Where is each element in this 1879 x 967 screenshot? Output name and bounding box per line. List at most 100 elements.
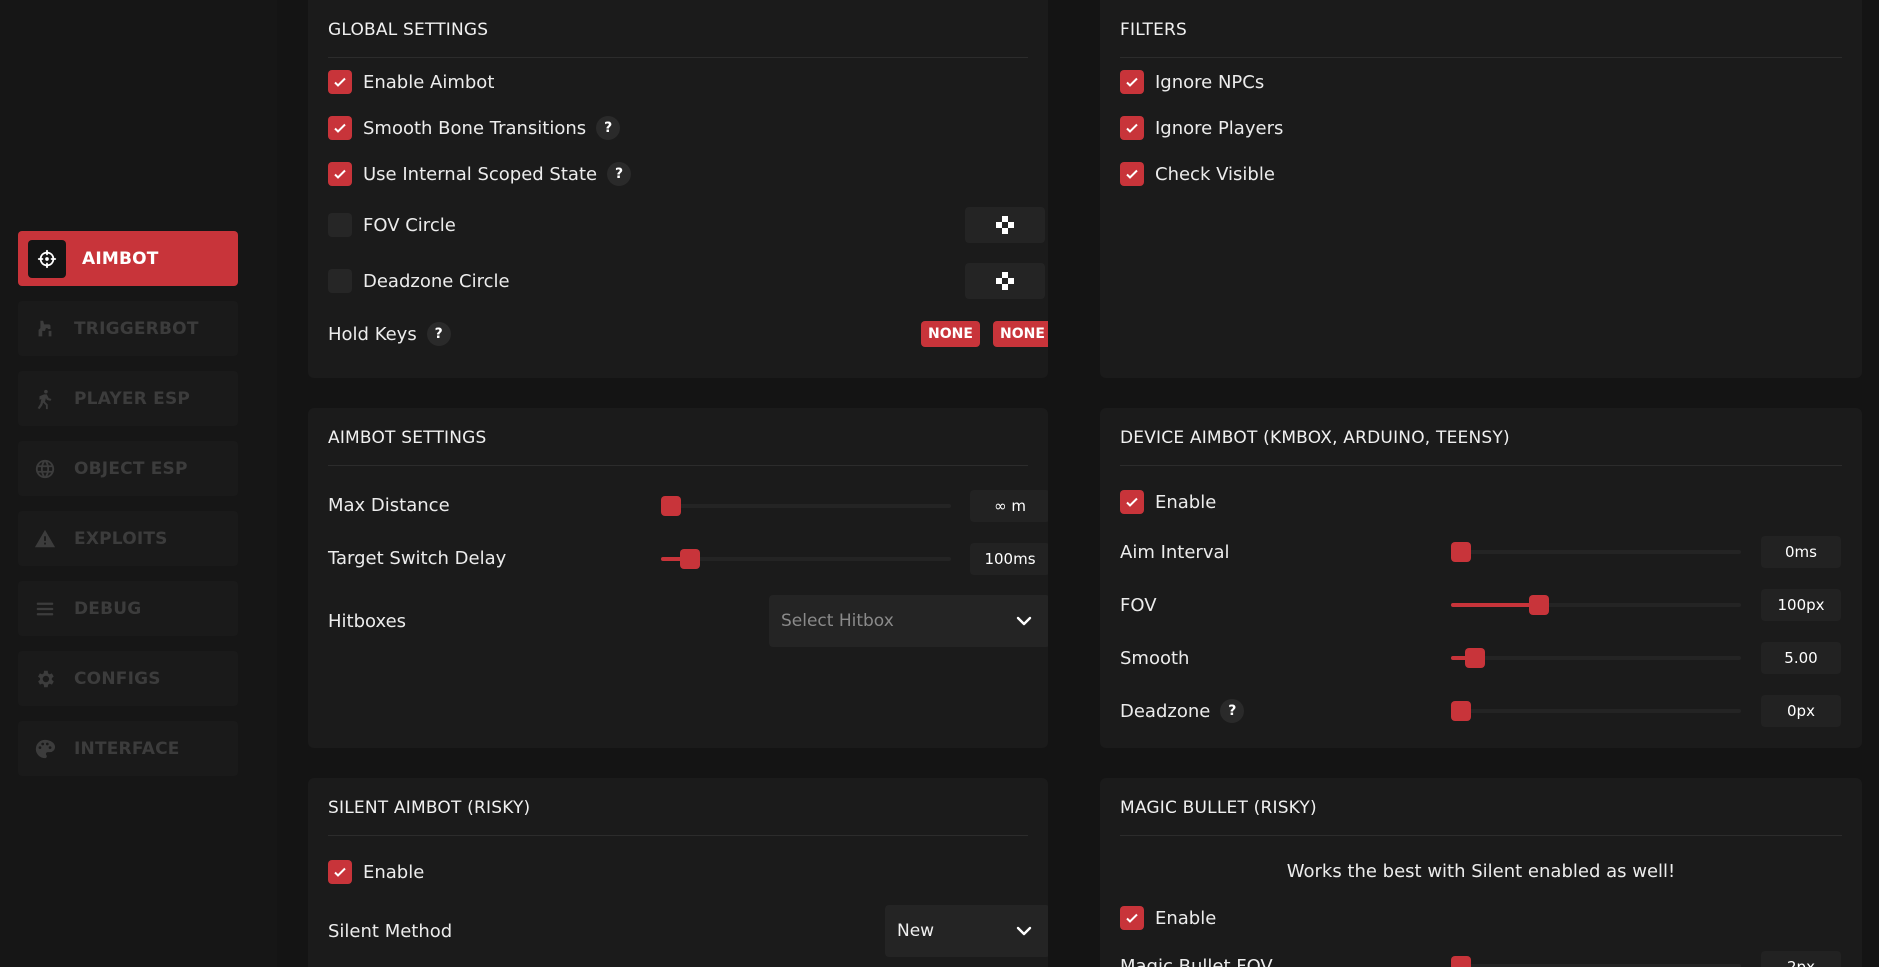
walking-person-icon bbox=[32, 386, 58, 412]
deadzone-label: Deadzone bbox=[1120, 700, 1211, 722]
device-enable-checkbox[interactable] bbox=[1120, 490, 1144, 514]
check-icon bbox=[1126, 497, 1138, 507]
fov-circle-color-button[interactable] bbox=[965, 207, 1045, 243]
max-distance-value[interactable]: ∞ m bbox=[970, 490, 1048, 522]
enable-aimbot-checkbox[interactable] bbox=[328, 70, 352, 94]
sidebar-item-label: DEBUG bbox=[74, 598, 142, 619]
fov-circle-checkbox[interactable] bbox=[328, 213, 352, 237]
panel-title: FILTERS bbox=[1120, 20, 1188, 40]
slider-thumb[interactable] bbox=[679, 549, 700, 569]
deadzone-slider[interactable] bbox=[1451, 701, 1741, 721]
magic-enable-checkbox[interactable] bbox=[1120, 906, 1144, 930]
target-switch-value[interactable]: 100ms bbox=[970, 543, 1048, 575]
warning-icon bbox=[32, 526, 58, 552]
filters-panel: FILTERS Ignore NPCs Ignore Players Check… bbox=[1100, 0, 1862, 378]
ignore-players-checkbox[interactable] bbox=[1120, 116, 1144, 140]
slider-thumb[interactable] bbox=[1464, 648, 1485, 668]
hitboxes-label: Hitboxes bbox=[328, 610, 407, 632]
divider bbox=[328, 465, 1028, 466]
silent-method-label: Silent Method bbox=[328, 920, 453, 942]
silent-enable-checkbox[interactable] bbox=[328, 860, 352, 884]
divider bbox=[328, 835, 1028, 836]
help-icon[interactable]: ? bbox=[607, 162, 632, 186]
sidebar-item-label: TRIGGERBOT bbox=[74, 318, 199, 339]
sidebar-item-configs[interactable]: CONFIGS bbox=[18, 651, 238, 706]
check-visible-checkbox[interactable] bbox=[1120, 162, 1144, 186]
sidebar-item-interface[interactable]: INTERFACE bbox=[18, 721, 238, 776]
fov-circle-label: FOV Circle bbox=[363, 214, 456, 236]
sidebar-item-exploits[interactable]: EXPLOITS bbox=[18, 511, 238, 566]
smooth-slider[interactable] bbox=[1451, 648, 1741, 668]
device-enable-row: Enable bbox=[1120, 487, 1842, 517]
sidebar-item-object-esp[interactable]: OBJECT ESP bbox=[18, 441, 238, 496]
fov-value[interactable]: 100px bbox=[1761, 589, 1841, 621]
check-visible-row: Check Visible bbox=[1120, 159, 1842, 189]
silent-enable-row: Enable bbox=[328, 857, 1028, 887]
sidebar-item-debug[interactable]: DEBUG bbox=[18, 581, 238, 636]
ignore-npcs-row: Ignore NPCs bbox=[1120, 67, 1842, 97]
smooth-bone-label: Smooth Bone Transitions bbox=[363, 117, 587, 139]
slider-thumb[interactable] bbox=[1451, 542, 1471, 562]
chevron-down-icon bbox=[1016, 616, 1032, 626]
internal-scoped-row: Use Internal Scoped State ? bbox=[328, 159, 1028, 189]
slider-thumb[interactable] bbox=[1451, 701, 1471, 721]
help-icon[interactable]: ? bbox=[596, 116, 621, 140]
max-distance-slider[interactable] bbox=[661, 496, 951, 516]
hold-key-1-button[interactable]: NONE bbox=[921, 321, 980, 347]
magic-enable-label: Enable bbox=[1155, 907, 1217, 929]
hold-key-2-button[interactable]: NONE bbox=[993, 321, 1048, 347]
fov-label: FOV bbox=[1120, 594, 1157, 616]
sidebar-item-aimbot[interactable]: AIMBOT bbox=[18, 231, 238, 286]
deadzone-value[interactable]: 0px bbox=[1761, 695, 1841, 727]
target-switch-slider[interactable] bbox=[661, 549, 951, 569]
sidebar: AIMBOT TRIGGERBOT PLAYER ESP OBJECT ESP … bbox=[0, 0, 277, 967]
fov-slider[interactable] bbox=[1451, 595, 1741, 615]
internal-scoped-checkbox[interactable] bbox=[328, 162, 352, 186]
hitbox-select[interactable]: Select Hitbox bbox=[769, 595, 1048, 647]
ignore-npcs-checkbox[interactable] bbox=[1120, 70, 1144, 94]
slider-thumb[interactable] bbox=[1451, 956, 1471, 967]
divider bbox=[1120, 57, 1842, 58]
slider-thumb[interactable] bbox=[1529, 595, 1550, 615]
palette-icon bbox=[32, 736, 58, 762]
magic-fov-label: Magic Bullet FOV bbox=[1120, 955, 1273, 967]
panel-title: DEVICE AIMBOT (KMBOX, ARDUINO, TEENSY) bbox=[1120, 428, 1510, 448]
aim-interval-label: Aim Interval bbox=[1120, 541, 1230, 563]
slider-thumb[interactable] bbox=[661, 496, 681, 516]
device-enable-label: Enable bbox=[1155, 491, 1217, 513]
deadzone-circle-label: Deadzone Circle bbox=[363, 270, 510, 292]
aim-interval-value[interactable]: 0ms bbox=[1761, 536, 1841, 568]
aim-interval-slider[interactable] bbox=[1451, 542, 1741, 562]
fov-circle-row: FOV Circle bbox=[328, 210, 1028, 240]
trigger-icon bbox=[32, 316, 58, 342]
help-icon[interactable]: ? bbox=[1220, 699, 1245, 723]
deadzone-circle-checkbox[interactable] bbox=[328, 269, 352, 293]
divider bbox=[1120, 835, 1842, 836]
hitbox-select-placeholder: Select Hitbox bbox=[781, 611, 894, 631]
deadzone-circle-color-button[interactable] bbox=[965, 263, 1045, 299]
check-icon bbox=[1126, 77, 1138, 87]
smooth-bone-checkbox[interactable] bbox=[328, 116, 352, 140]
magic-fov-value[interactable]: 2px bbox=[1761, 951, 1841, 967]
help-icon[interactable]: ? bbox=[426, 322, 451, 346]
aimbot-settings-panel: AIMBOT SETTINGS Max Distance ∞ m Target … bbox=[308, 408, 1048, 748]
menu-lines-icon bbox=[32, 596, 58, 622]
sidebar-item-label: CONFIGS bbox=[74, 668, 161, 689]
sidebar-item-label: EXPLOITS bbox=[74, 528, 168, 549]
silent-method-select[interactable]: New bbox=[885, 905, 1048, 957]
hold-keys-label: Hold Keys bbox=[328, 323, 417, 345]
color-picker-icon bbox=[996, 272, 1014, 290]
color-picker-icon bbox=[996, 216, 1014, 234]
sidebar-item-label: INTERFACE bbox=[74, 738, 180, 759]
slider-fill bbox=[1451, 603, 1540, 607]
sidebar-item-triggerbot[interactable]: TRIGGERBOT bbox=[18, 301, 238, 356]
panel-title: MAGIC BULLET (RISKY) bbox=[1120, 798, 1317, 818]
divider bbox=[328, 57, 1028, 58]
smooth-value[interactable]: 5.00 bbox=[1761, 642, 1841, 674]
enable-aimbot-label: Enable Aimbot bbox=[363, 71, 495, 93]
main-content: GLOBAL SETTINGS Enable Aimbot Smooth Bon… bbox=[277, 0, 1879, 967]
check-icon bbox=[334, 77, 346, 87]
sidebar-item-player-esp[interactable]: PLAYER ESP bbox=[18, 371, 238, 426]
magic-bullet-panel: MAGIC BULLET (RISKY) Works the best with… bbox=[1100, 778, 1862, 967]
check-icon bbox=[334, 169, 346, 179]
